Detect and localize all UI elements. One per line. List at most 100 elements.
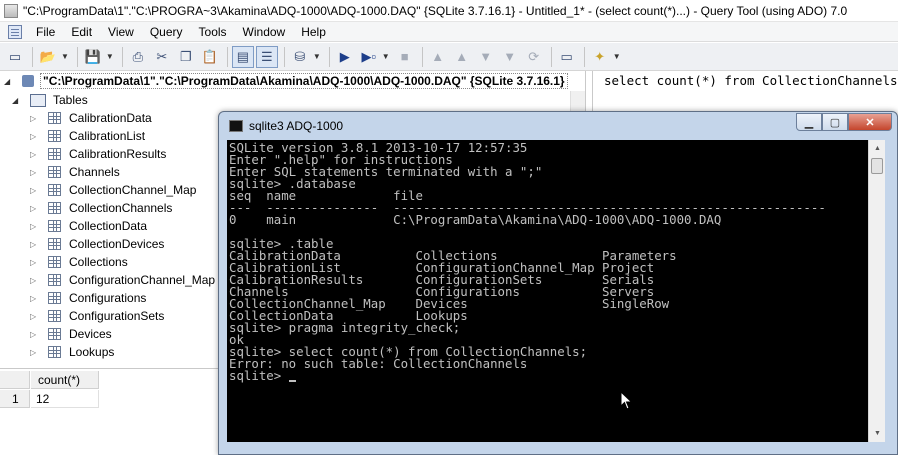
expand-icon[interactable]: ▷ <box>30 240 40 249</box>
open-folder-icon[interactable]: 📂 <box>37 46 59 68</box>
table-icon <box>48 238 61 250</box>
console-window: sqlite3 ADQ-1000 ▁ ▢ ✕ SQLite version 3.… <box>218 111 898 455</box>
scroll-thumb[interactable] <box>871 158 883 174</box>
menu-help[interactable]: Help <box>293 25 334 39</box>
menu-window[interactable]: Window <box>235 25 294 39</box>
table-icon <box>48 130 61 142</box>
console-output[interactable]: SQLite version 3.8.1 2013-10-17 12:57:35… <box>227 140 884 442</box>
console-scrollbar[interactable]: ▲ ▼ <box>868 140 885 442</box>
table-node[interactable]: ▷ Collections <box>30 253 128 271</box>
collapse-icon[interactable]: ◢ <box>12 96 22 105</box>
grid-cell[interactable]: 12 <box>31 390 99 408</box>
row-number[interactable]: 1 <box>0 390 30 408</box>
grid-corner[interactable] <box>0 371 30 389</box>
table-icon <box>48 220 61 232</box>
table-node[interactable]: ▷ CollectionChannels <box>30 199 172 217</box>
new-document-icon[interactable]: ▭ <box>4 46 26 68</box>
table-icon <box>48 256 61 268</box>
toolbar-separator <box>421 46 423 67</box>
window-title: "C:\ProgramData\1"."C:\PROGRA~3\Akamina\… <box>23 3 848 18</box>
expand-icon[interactable]: ▷ <box>30 294 40 303</box>
table-node[interactable]: ▷ CollectionData <box>30 217 147 235</box>
previous-record-icon[interactable]: ▲ <box>451 46 473 68</box>
table-node[interactable]: ▷ CalibrationData <box>30 109 152 127</box>
expand-icon[interactable]: ▷ <box>30 132 40 141</box>
document-icon[interactable] <box>8 24 22 39</box>
save-icon[interactable]: 💾 <box>82 46 104 68</box>
minimize-button[interactable]: ▁ <box>796 113 822 131</box>
copy-icon[interactable]: ❐ <box>175 46 197 68</box>
last-record-icon[interactable]: ▼ <box>499 46 521 68</box>
table-label: Channels <box>69 165 120 179</box>
table-node[interactable]: ▷ CollectionDevices <box>30 235 164 253</box>
table-node[interactable]: ▷ Channels <box>30 163 120 181</box>
next-record-icon[interactable]: ▼ <box>475 46 497 68</box>
connect-icon[interactable]: ✦ <box>589 46 611 68</box>
table-node[interactable]: ▷ Devices <box>30 325 112 343</box>
database-dropdown-icon[interactable]: ▼ <box>313 52 321 61</box>
print-icon[interactable]: ⎙ <box>127 46 149 68</box>
table-node[interactable]: ▷ ConfigurationSets <box>30 307 164 325</box>
table-icon <box>48 148 61 160</box>
expand-icon[interactable]: ▷ <box>30 150 40 159</box>
sql-text[interactable]: select count(*) from CollectionChannels <box>604 73 898 88</box>
menu-view[interactable]: View <box>100 25 142 39</box>
table-label: CollectionChannel_Map <box>69 183 197 197</box>
database-icon <box>22 75 34 87</box>
collapse-icon[interactable]: ◢ <box>4 77 14 86</box>
open-dropdown-icon[interactable]: ▼ <box>61 52 69 61</box>
table-node[interactable]: ▷ Configurations <box>30 289 146 307</box>
expand-icon[interactable]: ▷ <box>30 186 40 195</box>
toolbar: ▭ 📂 ▼ 💾 ▼ ⎙ ✂ ❐ 📋 ▤ ☰ ⛁ ▼ ▶ ▶▫ ▼ ■ ▲ ▲ ▼… <box>0 43 898 71</box>
table-node[interactable]: ▷ Lookups <box>30 343 114 361</box>
scroll-up-icon[interactable]: ▲ <box>869 140 886 157</box>
table-node[interactable]: ▷ ConfigurationChannel_Map <box>30 271 215 289</box>
tree-connection-node[interactable]: ◢ "C:\ProgramData\1"."C:\ProgramData\Aka… <box>4 72 568 90</box>
cut-icon[interactable]: ✂ <box>151 46 173 68</box>
toolbar-separator <box>226 46 228 67</box>
object-browser-toggle-icon[interactable]: ▤ <box>231 45 254 68</box>
execute-dropdown-icon[interactable]: ▼ <box>382 52 390 61</box>
menu-file[interactable]: File <box>28 25 63 39</box>
execute-icon[interactable]: ▶ <box>334 46 356 68</box>
mouse-cursor-icon <box>620 391 633 410</box>
table-label: Devices <box>69 327 112 341</box>
console-text: SQLite version 3.8.1 2013-10-17 12:57:35… <box>229 141 826 382</box>
table-node[interactable]: ▷ CollectionChannel_Map <box>30 181 196 199</box>
expand-icon[interactable]: ▷ <box>30 276 40 285</box>
paste-icon[interactable]: 📋 <box>199 46 221 68</box>
expand-icon[interactable]: ▷ <box>30 330 40 339</box>
toolbar-separator <box>283 46 285 67</box>
app-icon <box>4 3 18 18</box>
window-icon[interactable]: ▭ <box>556 46 578 68</box>
table-icon <box>48 184 61 196</box>
table-node[interactable]: ▷ CalibrationList <box>30 127 145 145</box>
expand-icon[interactable]: ▷ <box>30 222 40 231</box>
expand-icon[interactable]: ▷ <box>30 258 40 267</box>
table-label: CalibrationData <box>69 111 152 125</box>
results-pane-toggle-icon[interactable]: ☰ <box>255 45 278 68</box>
expand-icon[interactable]: ▷ <box>30 348 40 357</box>
scroll-down-icon[interactable]: ▼ <box>869 425 886 442</box>
first-record-icon[interactable]: ▲ <box>427 46 449 68</box>
window-controls: ▁ ▢ ✕ <box>796 113 892 131</box>
connect-dropdown-icon[interactable]: ▼ <box>613 52 621 61</box>
expand-icon[interactable]: ▷ <box>30 312 40 321</box>
expand-icon[interactable]: ▷ <box>30 114 40 123</box>
refresh-icon[interactable]: ⟳ <box>523 46 545 68</box>
menu-query[interactable]: Query <box>142 25 191 39</box>
execute-to-grid-icon[interactable]: ▶▫ <box>358 46 380 68</box>
maximize-button[interactable]: ▢ <box>822 113 848 131</box>
menu-edit[interactable]: Edit <box>63 25 100 39</box>
save-dropdown-icon[interactable]: ▼ <box>106 52 114 61</box>
menu-tools[interactable]: Tools <box>191 25 235 39</box>
table-label: Configurations <box>69 291 147 305</box>
table-node[interactable]: ▷ CalibrationResults <box>30 145 166 163</box>
tables-node[interactable]: ◢ Tables <box>12 91 88 109</box>
close-button[interactable]: ✕ <box>848 113 892 131</box>
column-header[interactable]: count(*) <box>31 371 99 389</box>
expand-icon[interactable]: ▷ <box>30 204 40 213</box>
database-icon[interactable]: ⛁ <box>289 46 311 68</box>
expand-icon[interactable]: ▷ <box>30 168 40 177</box>
stop-icon[interactable]: ■ <box>394 46 416 68</box>
